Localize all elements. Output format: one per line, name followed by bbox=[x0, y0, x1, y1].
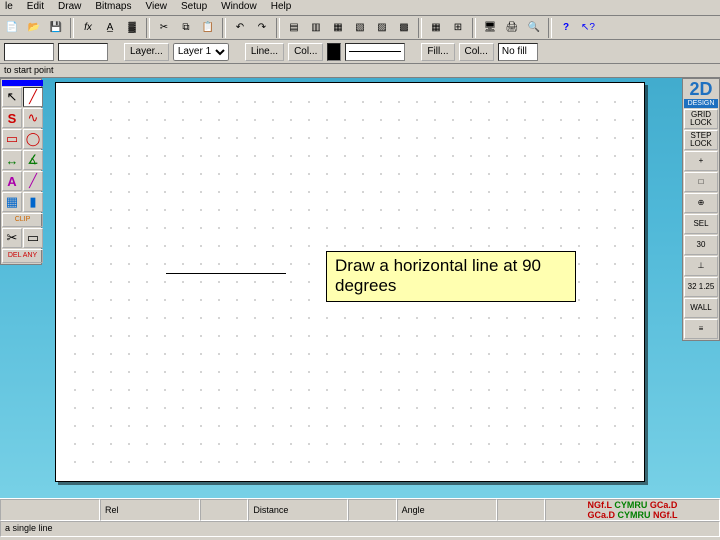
zoom-world-button[interactable]: ⊕ bbox=[684, 193, 718, 213]
help-icon[interactable]: ? bbox=[556, 18, 576, 38]
cut-icon[interactable]: ✂ bbox=[154, 18, 174, 38]
workspace: ↖ ╱ S ∿ ▭ ◯ ↔ ∡ A ╱ ▦ ▮ CLIP ✂ ▭ DEL ANY… bbox=[0, 78, 720, 498]
tool-fill[interactable]: ▮ bbox=[23, 192, 43, 212]
main-toolbar: 📄 📂 💾 fx A̲ ▓ ✂ ⧉ 📋 ↶ ↷ ▤ ▥ ▦ ▧ ▨ ▩ ▦ ⊞ … bbox=[0, 16, 720, 40]
fx-icon[interactable]: fx bbox=[78, 18, 98, 38]
redo-icon[interactable]: ↷ bbox=[252, 18, 272, 38]
layers-button[interactable]: ≡ bbox=[684, 319, 718, 339]
tool-curve-s[interactable]: S bbox=[2, 108, 22, 128]
layer-select[interactable]: Layer 1 bbox=[173, 43, 229, 61]
align-middle-icon[interactable]: ▨ bbox=[372, 18, 392, 38]
menu-view[interactable]: View bbox=[143, 1, 171, 14]
fill-color-button[interactable]: Col... bbox=[459, 43, 494, 61]
line-style-button[interactable]: Line... bbox=[245, 43, 284, 61]
coord-y-field[interactable] bbox=[58, 43, 108, 61]
tool-line[interactable]: ╱ bbox=[23, 87, 43, 107]
menu-file[interactable]: le bbox=[2, 1, 16, 14]
zoom-in-button[interactable]: + bbox=[684, 151, 718, 171]
menu-bitmaps[interactable]: Bitmaps bbox=[92, 1, 134, 14]
tool-text[interactable]: A bbox=[2, 171, 22, 191]
layer-button[interactable]: Layer... bbox=[124, 43, 169, 61]
drawing-canvas[interactable]: Draw a horizontal line at 90 degrees bbox=[55, 82, 645, 482]
grid-icon[interactable]: ▦ bbox=[426, 18, 446, 38]
property-bar: Layer... Layer 1 Line... Col... Fill... … bbox=[0, 40, 720, 64]
text-tool-icon[interactable]: A̲ bbox=[100, 18, 120, 38]
hint-bar: to start point bbox=[0, 64, 720, 78]
menu-edit[interactable]: Edit bbox=[24, 1, 47, 14]
new-icon[interactable]: 📄 bbox=[2, 18, 22, 38]
menu-window[interactable]: Window bbox=[218, 1, 260, 14]
tool-path[interactable]: ╱ bbox=[23, 171, 43, 191]
tool-dimension[interactable]: ↔ bbox=[2, 150, 22, 170]
instruction-callout: Draw a horizontal line at 90 degrees bbox=[326, 251, 576, 302]
status-angle-value bbox=[497, 499, 545, 521]
fill-style-button[interactable]: Fill... bbox=[421, 43, 454, 61]
status-dist-label: Distance bbox=[248, 499, 348, 521]
save-icon[interactable]: 💾 bbox=[46, 18, 66, 38]
tool-del-label[interactable]: DEL ANY bbox=[2, 249, 43, 263]
scale-button[interactable]: 32 1.25 bbox=[684, 277, 718, 297]
tool-hatch[interactable]: ▦ bbox=[2, 192, 22, 212]
status-rel-value bbox=[200, 499, 248, 521]
step-lock-button[interactable]: STEP LOCK bbox=[684, 130, 718, 150]
align-bottom-icon[interactable]: ▩ bbox=[394, 18, 414, 38]
print-icon[interactable]: 🖨 bbox=[502, 18, 522, 38]
tool-clip1[interactable]: ✂ bbox=[2, 228, 22, 248]
tool-palette: ↖ ╱ S ∿ ▭ ◯ ↔ ∡ A ╱ ▦ ▮ CLIP ✂ ▭ DEL ANY bbox=[0, 78, 42, 265]
coord-x-field[interactable] bbox=[4, 43, 54, 61]
right-panel: 2D DESIGN GRID LOCK STEP LOCK + □ ⊕ SEL … bbox=[682, 78, 720, 341]
menu-setup[interactable]: Setup bbox=[178, 1, 210, 14]
footer-logo: NGf.L CYMRU GCa.D GCa.D CYMRU NGf.L bbox=[545, 499, 720, 521]
status-abs bbox=[0, 499, 100, 521]
align-top-icon[interactable]: ▧ bbox=[350, 18, 370, 38]
menu-draw[interactable]: Draw bbox=[55, 1, 84, 14]
align-right-icon[interactable]: ▦ bbox=[328, 18, 348, 38]
tool-curve-u[interactable]: ∿ bbox=[23, 108, 43, 128]
menu-help[interactable]: Help bbox=[268, 1, 295, 14]
color-icon[interactable]: ▓ bbox=[122, 18, 142, 38]
line-color-button[interactable]: Col... bbox=[288, 43, 323, 61]
snap-sel-button[interactable]: SEL bbox=[684, 214, 718, 234]
tool-clip-label[interactable]: CLIP bbox=[2, 213, 43, 227]
app-logo: 2D bbox=[684, 80, 718, 98]
ortho-button[interactable]: ⊥ bbox=[684, 256, 718, 276]
copy-icon[interactable]: ⧉ bbox=[176, 18, 196, 38]
whatsthis-icon[interactable]: ↖? bbox=[578, 18, 598, 38]
app-logo-sub: DESIGN bbox=[684, 99, 718, 108]
line-preview bbox=[345, 43, 405, 61]
status-hint: a single line bbox=[0, 521, 720, 537]
tool-clip2[interactable]: ▭ bbox=[23, 228, 43, 248]
snap-icon[interactable]: ⊞ bbox=[448, 18, 468, 38]
status-dist-value bbox=[348, 499, 396, 521]
wall-button[interactable]: WALL bbox=[684, 298, 718, 318]
undo-icon[interactable]: ↶ bbox=[230, 18, 250, 38]
tool-select[interactable]: ↖ bbox=[2, 87, 22, 107]
grid-lock-button[interactable]: GRID LOCK bbox=[684, 109, 718, 129]
drawn-horizontal-line bbox=[166, 273, 286, 274]
fill-value: No fill bbox=[498, 43, 538, 61]
monitor-icon[interactable]: 🖥 bbox=[480, 18, 500, 38]
palette-titlebar[interactable] bbox=[2, 80, 43, 86]
angle-30-button[interactable]: 30 bbox=[684, 235, 718, 255]
align-left-icon[interactable]: ▤ bbox=[284, 18, 304, 38]
align-center-icon[interactable]: ▥ bbox=[306, 18, 326, 38]
menu-bar: le Edit Draw Bitmaps View Setup Window H… bbox=[0, 0, 720, 16]
line-color-swatch[interactable] bbox=[327, 43, 341, 61]
tool-angle[interactable]: ∡ bbox=[23, 150, 43, 170]
open-icon[interactable]: 📂 bbox=[24, 18, 44, 38]
status-rel-label: Rel bbox=[100, 499, 200, 521]
tool-rect[interactable]: ▭ bbox=[2, 129, 22, 149]
zoom-fit-button[interactable]: □ bbox=[684, 172, 718, 192]
preview-icon[interactable]: 🔍 bbox=[524, 18, 544, 38]
tool-circle[interactable]: ◯ bbox=[23, 129, 43, 149]
status-angle-label: Angle bbox=[397, 499, 497, 521]
paste-icon[interactable]: 📋 bbox=[198, 18, 218, 38]
status-bar: Rel Distance Angle NGf.L CYMRU GCa.D GCa… bbox=[0, 498, 720, 540]
